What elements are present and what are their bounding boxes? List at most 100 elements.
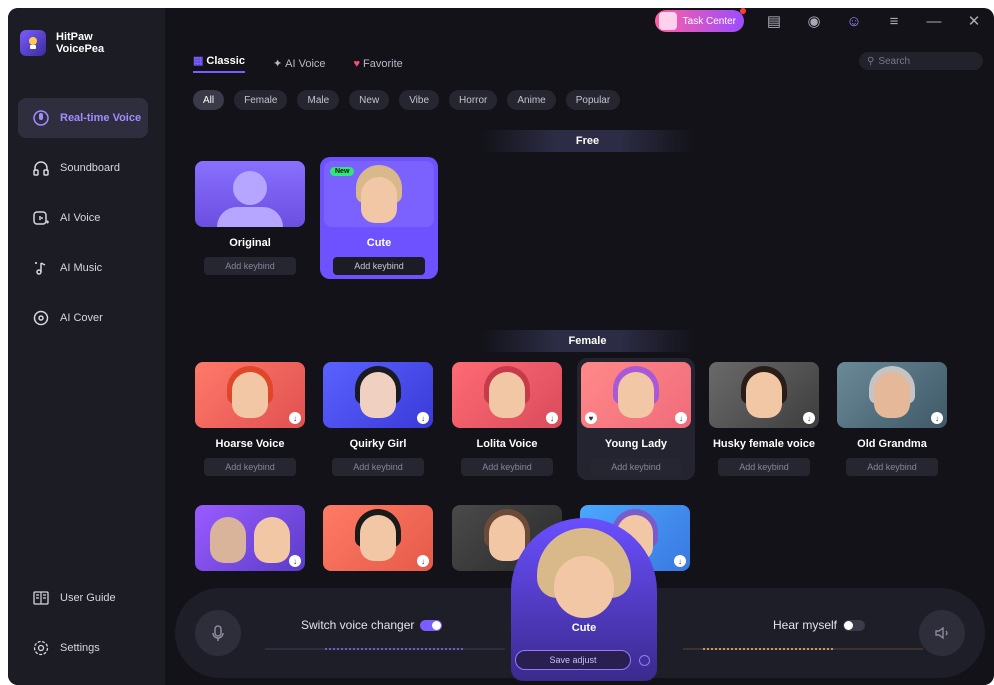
download-icon[interactable]: ↓ <box>417 412 429 424</box>
gear-icon <box>33 640 49 656</box>
hear-myself: Hear myself <box>773 618 866 632</box>
user-guide-label: User Guide <box>60 592 116 604</box>
sidebar-item-ai-cover[interactable]: AI Cover <box>18 298 148 338</box>
book-icon <box>33 591 49 605</box>
download-icon[interactable]: ↓ <box>803 412 815 424</box>
search-input[interactable]: ⚲ Search <box>859 52 983 70</box>
voice-card-hoarse-voice[interactable]: ↓ Hoarse Voice Add keybind <box>195 362 305 476</box>
speaker-button[interactable] <box>919 610 965 656</box>
add-keybind-button[interactable]: Add keybind <box>204 257 296 275</box>
voice-card-young-lady[interactable]: ♥ ↓ Young Lady Add keybind <box>577 358 695 480</box>
download-icon[interactable]: ↓ <box>289 555 301 567</box>
settings-label: Settings <box>60 642 100 654</box>
chip-anime[interactable]: Anime <box>507 90 556 110</box>
voice-card-quirky-girl[interactable]: ↓ Quirky Girl Add keybind <box>323 362 433 476</box>
heart-icon[interactable]: ♥ <box>585 412 597 424</box>
switch-voice-changer: Switch voice changer <box>301 618 443 632</box>
app-window: HitPaw VoicePea Real-time Voice Soundboa… <box>8 8 994 685</box>
microphone-icon <box>212 625 224 641</box>
voice-card-old-grandma[interactable]: ↓ Old Grandma Add keybind <box>837 362 947 476</box>
music-note-icon <box>35 262 46 275</box>
menu-icon[interactable]: ≡ <box>874 8 914 34</box>
tab-label: AI Voice <box>285 57 326 70</box>
voice-card-original[interactable]: Original Add keybind <box>195 161 305 275</box>
voice-avatar: ↓ <box>709 362 819 428</box>
input-waveform <box>265 648 505 650</box>
sparkle-icon: ✦ <box>272 58 283 70</box>
voice-name: Husky female voice <box>712 438 816 450</box>
main-area: Task Center ▤ ◉ ☺ ≡ — ✕ ▦ Classic ✦ AI V… <box>165 8 994 685</box>
hear-myself-toggle[interactable] <box>843 619 866 631</box>
user-guide-button[interactable]: User Guide <box>18 578 148 618</box>
voice-avatar: ↓ <box>323 362 433 428</box>
sidebar-item-ai-voice[interactable]: AI Voice <box>18 198 148 238</box>
chip-horror[interactable]: Horror <box>449 90 498 110</box>
tab-label: Classic <box>206 54 245 67</box>
headphones-icon <box>33 161 49 176</box>
sidebar-item-soundboard[interactable]: Soundboard <box>18 148 148 188</box>
app-name-line2: VoicePea <box>56 43 105 55</box>
section-header-female: Female <box>480 330 695 352</box>
task-center-button[interactable]: Task Center <box>654 8 746 32</box>
filter-chips: All Female Male New Vibe Horror Anime Po… <box>193 90 621 110</box>
sidebar-item-real-time-voice[interactable]: Real-time Voice <box>18 98 148 138</box>
add-keybind-button[interactable]: Add keybind <box>332 458 424 476</box>
voice-avatar: ♥ ↓ <box>581 362 691 428</box>
chip-male[interactable]: Male <box>297 90 340 110</box>
sidebar-item-label: Real-time Voice <box>60 112 142 124</box>
add-keybind-button[interactable]: Add keybind <box>590 458 682 476</box>
download-icon[interactable]: ↓ <box>417 555 429 567</box>
voice-card-row3-2[interactable]: ↓ <box>323 505 433 571</box>
speaker-icon <box>935 626 948 640</box>
voice-name: Hoarse Voice <box>215 438 285 450</box>
voice-card-cute[interactable]: New Cute Add keybind <box>320 157 438 279</box>
voice-avatar: New <box>324 161 434 227</box>
add-keybind-button[interactable]: Add keybind <box>846 458 938 476</box>
sidebar-item-label: AI Voice <box>60 212 101 224</box>
microphone-button[interactable] <box>195 610 241 656</box>
chip-popular[interactable]: Popular <box>565 90 621 110</box>
sidebar: HitPaw VoicePea Real-time Voice Soundboa… <box>8 8 165 685</box>
save-adjust-button[interactable]: Save adjust <box>515 650 631 670</box>
voice-card-lolita-voice[interactable]: ↓ Lolita Voice Add keybind <box>452 362 562 476</box>
search-icon: ⚲ <box>867 55 875 67</box>
voice-avatar <box>195 161 305 227</box>
minimize-icon[interactable]: — <box>914 8 954 34</box>
voice-avatar: ↓ <box>323 505 433 571</box>
logo-icon <box>20 30 46 56</box>
grid-icon: ▦ <box>193 55 204 67</box>
download-icon[interactable]: ↓ <box>674 555 686 567</box>
book-open-icon[interactable]: ▤ <box>754 8 794 34</box>
chip-vibe[interactable]: Vibe <box>399 90 440 110</box>
settings-button[interactable]: Settings <box>18 628 148 668</box>
chip-female[interactable]: Female <box>234 90 288 110</box>
voice-name: Original <box>229 237 271 249</box>
voice-name: Young Lady <box>604 438 668 450</box>
download-icon[interactable]: ↓ <box>675 412 687 424</box>
download-icon[interactable]: ↓ <box>546 412 558 424</box>
close-icon[interactable]: ✕ <box>954 8 994 34</box>
discord-icon[interactable]: ◉ <box>794 8 834 34</box>
search-placeholder: Search <box>878 55 911 67</box>
chip-all[interactable]: All <box>193 90 225 110</box>
hear-myself-label: Hear myself <box>773 618 838 632</box>
voice-card-row3-1[interactable]: ↓ <box>195 505 305 571</box>
add-keybind-button[interactable]: Add keybind <box>718 458 810 476</box>
download-icon[interactable]: ↓ <box>931 412 943 424</box>
microphone-icon <box>33 110 49 126</box>
download-icon[interactable]: ↓ <box>289 412 301 424</box>
user-icon[interactable]: ☺ <box>834 8 874 34</box>
voice-changer-toggle[interactable] <box>420 619 443 631</box>
adjust-indicator[interactable] <box>639 655 650 666</box>
tab-label: Favorite <box>363 57 403 70</box>
voice-card-husky-female-voice[interactable]: ↓ Husky female voice Add keybind <box>709 362 819 476</box>
tab-favorite[interactable]: ♥ Favorite <box>354 54 403 73</box>
add-keybind-button[interactable]: Add keybind <box>204 458 296 476</box>
sidebar-item-ai-music[interactable]: AI Music <box>18 248 148 288</box>
sidebar-item-label: AI Cover <box>60 312 103 324</box>
add-keybind-button[interactable]: Add keybind <box>461 458 553 476</box>
add-keybind-button[interactable]: Add keybind <box>333 257 425 275</box>
chip-new[interactable]: New <box>349 90 390 110</box>
tab-ai-voice[interactable]: ✦ AI Voice <box>273 54 326 73</box>
tab-classic[interactable]: ▦ Classic <box>193 54 245 73</box>
